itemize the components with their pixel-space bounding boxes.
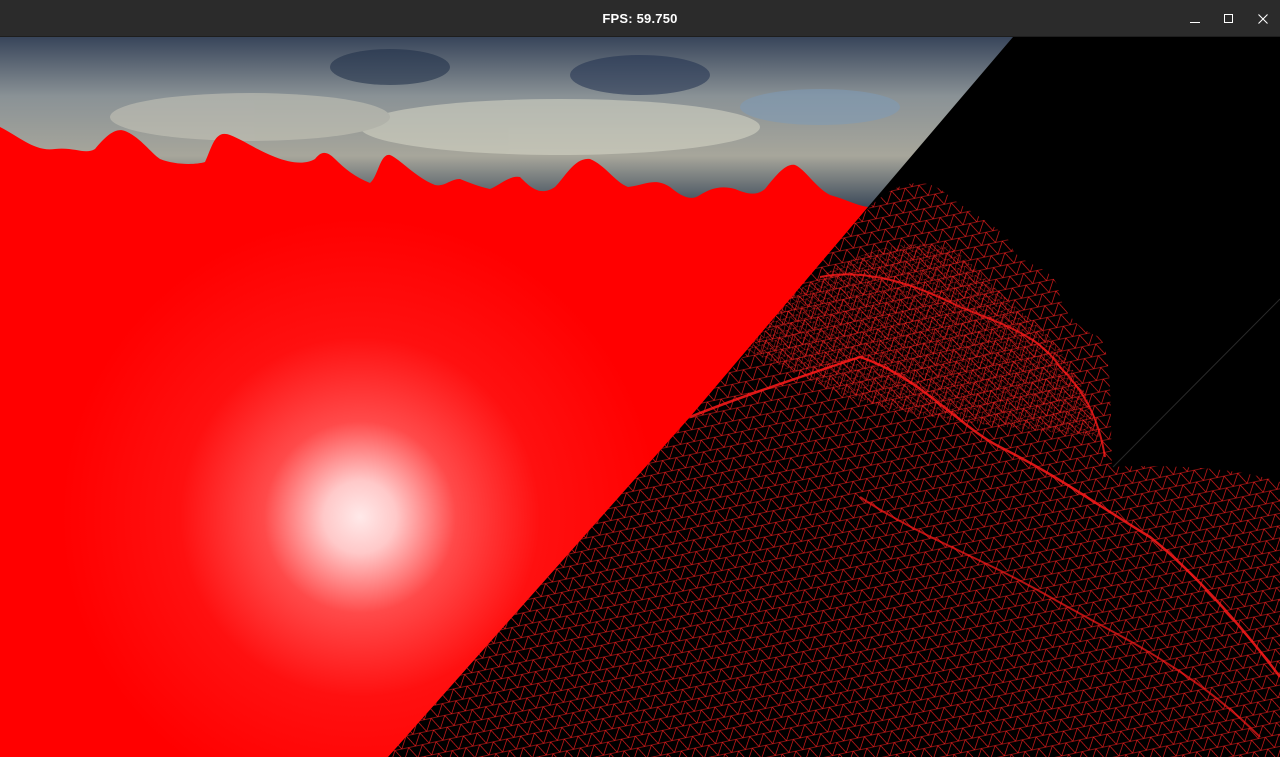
close-icon: [1258, 13, 1268, 24]
maximize-icon: [1224, 13, 1234, 24]
maximize-button[interactable]: [1212, 0, 1246, 37]
rendered-scene: [0, 37, 1280, 757]
close-button[interactable]: [1246, 0, 1280, 37]
window-title: FPS: 59.750: [602, 11, 678, 26]
title-bar[interactable]: FPS: 59.750: [0, 0, 1280, 37]
window-controls: [1178, 0, 1280, 37]
application-window: FPS: 59.750: [0, 0, 1280, 757]
minimize-icon: [1190, 14, 1200, 24]
render-viewport[interactable]: [0, 37, 1280, 757]
minimize-button[interactable]: [1178, 0, 1212, 37]
